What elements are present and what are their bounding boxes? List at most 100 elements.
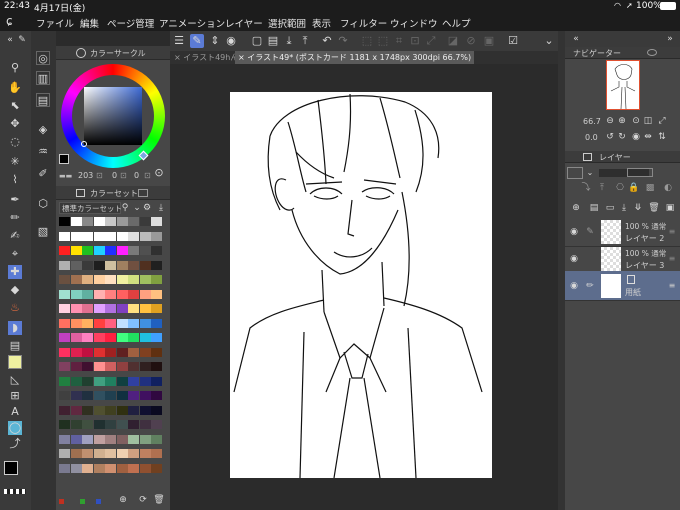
main-color-swatch[interactable] bbox=[4, 461, 18, 475]
color-swatch[interactable] bbox=[105, 231, 116, 241]
color-swatch[interactable] bbox=[70, 275, 82, 284]
right-splitter[interactable] bbox=[558, 31, 565, 510]
drawing-canvas[interactable] bbox=[230, 92, 492, 478]
menu-help[interactable]: ヘルプ bbox=[442, 16, 471, 30]
color-swatch[interactable] bbox=[70, 246, 82, 255]
rotate-right-icon[interactable]: ↻ bbox=[615, 130, 629, 144]
sv-picker-handle[interactable] bbox=[81, 141, 87, 147]
color-swatch[interactable] bbox=[116, 449, 128, 458]
color-swatch[interactable] bbox=[59, 463, 70, 473]
color-swatch[interactable] bbox=[82, 333, 93, 342]
color-swatch[interactable] bbox=[82, 347, 93, 357]
color-swatch[interactable] bbox=[59, 333, 70, 342]
color-swatch[interactable] bbox=[116, 318, 128, 328]
color-swatch[interactable] bbox=[128, 304, 139, 313]
color-swatch[interactable] bbox=[128, 449, 139, 458]
color-swatch[interactable] bbox=[105, 260, 116, 270]
menu-page[interactable]: ページ管理 bbox=[107, 16, 154, 30]
canvas-workspace[interactable] bbox=[170, 64, 558, 510]
collapse-chevron-icon[interactable]: ⌄ bbox=[542, 34, 556, 48]
color-swatch[interactable] bbox=[105, 463, 116, 473]
brush-tool-icon[interactable]: ✍ bbox=[8, 229, 22, 243]
color-swatch[interactable] bbox=[82, 434, 93, 444]
color-swatch[interactable] bbox=[93, 231, 105, 241]
color-swatch[interactable] bbox=[151, 362, 162, 371]
color-swatch[interactable] bbox=[116, 405, 128, 415]
airbrush-icon[interactable]: ⌖ bbox=[8, 247, 22, 261]
right-panel-expand-icon[interactable]: » bbox=[663, 32, 677, 46]
flip-v-icon[interactable]: ⇅ bbox=[655, 130, 669, 144]
layer-row-selected[interactable]: ◉ ✏ 用紙 ≡ bbox=[565, 271, 680, 301]
color-swatch[interactable] bbox=[151, 304, 162, 313]
subtool-layer-icon[interactable]: ▥ bbox=[36, 71, 50, 85]
text-tool-icon[interactable]: A bbox=[8, 405, 22, 419]
color-swatch[interactable] bbox=[59, 231, 70, 241]
color-swatch[interactable] bbox=[82, 304, 93, 313]
color-swatch[interactable] bbox=[105, 217, 116, 226]
color-swatch[interactable] bbox=[59, 405, 70, 415]
color-swatch[interactable] bbox=[139, 333, 151, 342]
color-set-import-icon[interactable]: ⤓ bbox=[154, 201, 168, 215]
new-folder-icon[interactable]: ▭ bbox=[603, 201, 617, 215]
color-swatch[interactable] bbox=[139, 275, 151, 284]
layer-reference-icon[interactable]: ⤒ bbox=[595, 181, 609, 195]
fill-icon[interactable]: ◪ bbox=[446, 34, 460, 48]
color-swatch[interactable] bbox=[139, 405, 151, 415]
color-swatch[interactable] bbox=[116, 231, 128, 241]
color-swatch[interactable] bbox=[128, 405, 139, 415]
color-swatch[interactable] bbox=[59, 217, 70, 226]
color-swatch[interactable] bbox=[151, 434, 162, 444]
color-swatch[interactable] bbox=[116, 333, 128, 342]
updown-icon[interactable]: ⇕ bbox=[208, 34, 222, 48]
open-file-icon[interactable]: ▤ bbox=[266, 34, 280, 48]
correct-line-icon[interactable]: ⤴ bbox=[8, 437, 22, 451]
layer-merge-icon[interactable]: ⤋ bbox=[631, 201, 645, 215]
color-mode-switch-icon[interactable]: ⊙ bbox=[152, 166, 166, 180]
frame-tool-icon[interactable]: ⊞ bbox=[8, 389, 22, 403]
clear-icon[interactable]: ⊘ bbox=[464, 34, 478, 48]
color-swatch[interactable] bbox=[93, 391, 105, 400]
color-swatch[interactable] bbox=[116, 463, 128, 473]
menu-file[interactable]: ファイル bbox=[36, 16, 74, 30]
color-swatch[interactable] bbox=[139, 318, 151, 328]
layer-row[interactable]: ◉ ✎ 100 % 通常 レイヤー 2 ≡ bbox=[565, 217, 680, 247]
color-swatch[interactable] bbox=[151, 217, 162, 226]
color-swatch[interactable] bbox=[116, 275, 128, 284]
color-swatch[interactable] bbox=[59, 304, 70, 313]
color-swatch[interactable] bbox=[139, 217, 151, 226]
color-swatch[interactable] bbox=[139, 463, 151, 473]
color-swatch[interactable] bbox=[151, 289, 162, 299]
menu-edit[interactable]: 編集 bbox=[80, 16, 99, 30]
color-swatch[interactable] bbox=[82, 449, 93, 458]
menu-selection[interactable]: 選択範囲 bbox=[268, 16, 306, 30]
drag-handle-icon[interactable]: ≡ bbox=[665, 252, 679, 266]
color-swatch[interactable] bbox=[105, 246, 116, 255]
layer-clip-icon[interactable]: ⤵ bbox=[579, 181, 593, 195]
saturation-value-square[interactable] bbox=[84, 87, 142, 145]
blend-mode-select[interactable] bbox=[567, 167, 583, 179]
figure-tool-icon[interactable] bbox=[8, 355, 22, 369]
color-swatch[interactable] bbox=[139, 449, 151, 458]
color-swatch[interactable] bbox=[93, 463, 105, 473]
color-swatch[interactable] bbox=[128, 376, 139, 386]
color-swatch[interactable] bbox=[116, 434, 128, 444]
subtool-book-icon[interactable]: ▧ bbox=[36, 225, 50, 239]
fill-tool-icon[interactable]: ◗ bbox=[8, 321, 22, 335]
color-swatch[interactable] bbox=[59, 391, 70, 400]
color-swatch[interactable] bbox=[105, 405, 116, 415]
color-swatch[interactable] bbox=[82, 246, 93, 255]
color-swatch[interactable] bbox=[82, 231, 93, 241]
color-swatch[interactable] bbox=[151, 231, 162, 241]
check-icon[interactable]: ☑ bbox=[506, 34, 520, 48]
color-swatch[interactable] bbox=[82, 217, 93, 226]
tab-inactive[interactable]: × イラスト49hん bbox=[174, 51, 238, 64]
scale-icon[interactable]: ⤢ bbox=[424, 34, 438, 48]
menu-layer[interactable]: レイヤー bbox=[225, 16, 263, 30]
color-swatch[interactable] bbox=[70, 420, 82, 429]
color-swatch[interactable] bbox=[93, 449, 105, 458]
visibility-eye-icon[interactable]: ◉ bbox=[567, 279, 581, 293]
color-swatch[interactable] bbox=[59, 347, 70, 357]
companion-icon[interactable]: ◉ bbox=[224, 34, 238, 48]
color-swatch[interactable] bbox=[59, 449, 70, 458]
balloon-tool-icon[interactable]: ◯ bbox=[8, 421, 22, 435]
